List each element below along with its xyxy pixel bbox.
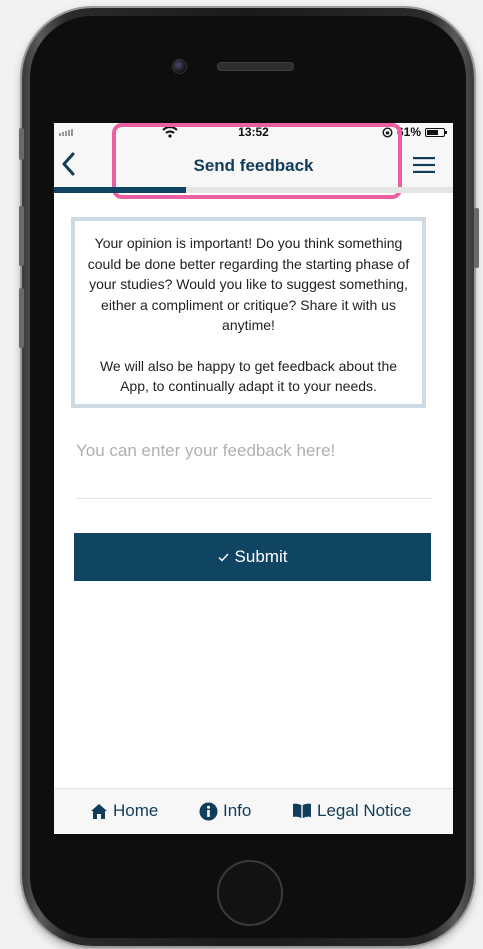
progress-bar-fill	[54, 187, 186, 193]
info-paragraph-1: Your opinion is important! Do you think …	[87, 235, 410, 333]
tab-legal-notice-label: Legal Notice	[317, 801, 412, 820]
info-box: Your opinion is important! Do you think …	[71, 217, 426, 408]
app-screen: 13:52 61% Send feedback Your opinion is …	[54, 123, 453, 834]
tab-legal-notice[interactable]: Legal Notice	[292, 801, 412, 821]
checkmark-icon	[218, 553, 229, 562]
volume-down-button	[19, 288, 24, 348]
book-icon	[293, 803, 311, 818]
battery-percent: 61%	[396, 125, 421, 139]
page-title: Send feedback	[193, 156, 314, 175]
navigation-bar: Send feedback	[54, 143, 453, 187]
submit-button-label: Submit	[234, 547, 288, 566]
home-hardware-button[interactable]	[217, 860, 283, 926]
volume-up-button	[19, 206, 24, 266]
hamburger-menu-icon[interactable]	[413, 157, 435, 173]
feedback-input[interactable]	[76, 435, 432, 499]
earpiece-speaker	[217, 62, 294, 71]
info-paragraph-2: We will also be happy to get feedback ab…	[99, 357, 398, 395]
status-right-group: 61%	[382, 125, 447, 139]
progress-bar	[54, 187, 453, 193]
front-camera	[172, 59, 187, 74]
orientation-lock-icon	[382, 126, 393, 138]
power-button	[474, 208, 479, 268]
submit-button[interactable]: Submit	[74, 533, 431, 581]
tab-home[interactable]: Home	[90, 801, 158, 821]
mute-switch	[19, 128, 24, 160]
tab-info[interactable]: Info	[199, 801, 251, 821]
battery-icon	[425, 127, 447, 137]
tab-home-label: Home	[113, 801, 159, 820]
tab-bar: Home Info Legal Notice	[54, 788, 453, 834]
tab-info-label: Info	[223, 801, 252, 820]
info-icon	[199, 802, 218, 820]
home-icon	[91, 803, 107, 819]
status-bar: 13:52 61%	[54, 123, 453, 143]
